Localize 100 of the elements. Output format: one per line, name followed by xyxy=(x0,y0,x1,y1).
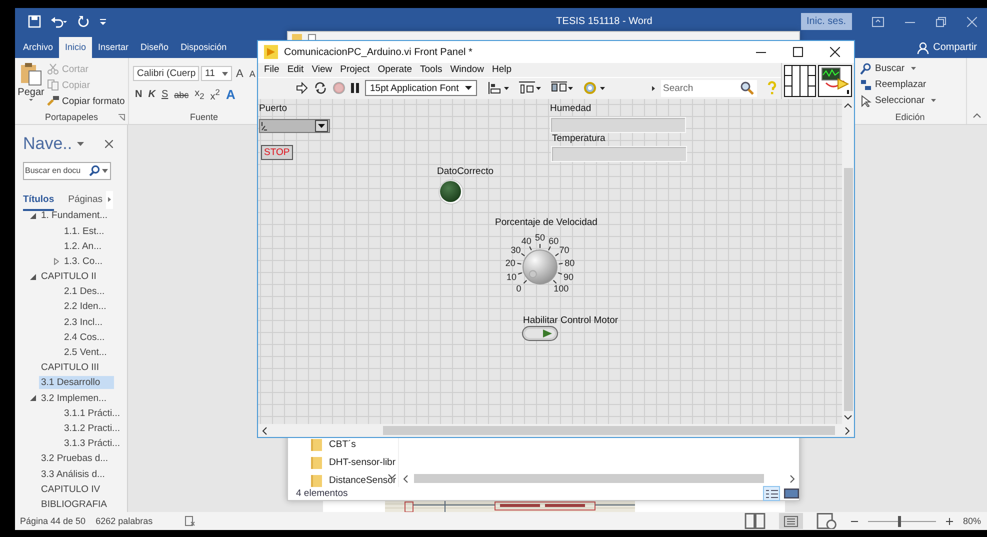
menu-item[interactable]: Edit xyxy=(283,64,308,76)
outline-item[interactable]: 2.1 Des... xyxy=(62,285,107,298)
print-layout-button[interactable] xyxy=(778,513,803,529)
expanded-icon[interactable] xyxy=(30,212,36,219)
menu-item[interactable]: View xyxy=(308,64,336,76)
format-button[interactable]: K xyxy=(146,87,158,102)
outline-item[interactable]: 3.1.1 Prácti... xyxy=(62,406,122,420)
knob[interactable] xyxy=(522,250,558,284)
format-button[interactable]: S xyxy=(159,87,170,102)
redo-icon[interactable] xyxy=(77,15,90,28)
outline-item[interactable]: 3.1.2 Practi... xyxy=(62,422,122,435)
menu-item[interactable]: Help xyxy=(488,64,516,76)
vi-icon[interactable] xyxy=(818,65,852,97)
reorder-button[interactable] xyxy=(582,81,605,96)
ribbon-tab[interactable]: Inicio xyxy=(59,37,92,58)
maximize-icon[interactable] xyxy=(793,47,803,57)
web-layout-icon[interactable] xyxy=(814,513,839,529)
sign-in-button[interactable]: Inic. ses. xyxy=(800,13,852,30)
paste-button[interactable]: Pegar xyxy=(17,62,45,110)
menu-item[interactable]: Operate xyxy=(374,64,416,76)
scroll-up-icon xyxy=(844,103,852,108)
outline-item[interactable]: 2.4 Cos... xyxy=(62,330,107,344)
text-effects-button[interactable]: A xyxy=(224,87,238,102)
expanded-icon[interactable] xyxy=(30,274,36,280)
outline-item[interactable]: 1.1. Est... xyxy=(62,224,106,238)
save-icon[interactable] xyxy=(28,15,41,28)
caret-icon[interactable] xyxy=(77,142,84,146)
ribbon-tab[interactable]: Diseño xyxy=(134,37,175,58)
format-button[interactable]: N xyxy=(133,87,144,102)
restore-icon[interactable] xyxy=(936,16,946,26)
outline-item[interactable]: 1. Fundament... xyxy=(39,209,110,222)
clipboard-action[interactable]: Copiar formato xyxy=(47,94,125,108)
collapsed-icon[interactable] xyxy=(54,258,58,265)
shrink-font-button[interactable]: A xyxy=(247,66,258,81)
expand-search-icon[interactable] xyxy=(652,86,655,91)
outline-item[interactable]: 1.3. Co... xyxy=(62,254,105,268)
outline-item[interactable]: 3.3 Análisis d... xyxy=(39,468,107,481)
outline-item[interactable]: CAPITULO IV xyxy=(39,482,102,496)
format-button[interactable]: x$^{2}$ xyxy=(208,87,222,102)
pane-tab[interactable]: Páginas xyxy=(68,188,102,211)
dialog-launcher-icon[interactable] xyxy=(118,114,125,121)
scale-label: 80 xyxy=(564,258,575,268)
port-dropdown[interactable] xyxy=(259,119,330,133)
customize-caret-icon[interactable] xyxy=(99,18,107,26)
menu-item[interactable]: File xyxy=(260,64,284,76)
search-field[interactable]: Search xyxy=(661,80,737,97)
close-icon[interactable] xyxy=(830,47,840,57)
expanded-icon[interactable] xyxy=(30,395,36,402)
outline-item[interactable]: 1.2. An... xyxy=(62,240,104,253)
pause-icon[interactable] xyxy=(351,83,359,94)
editing-action[interactable]: Seleccionar xyxy=(860,94,960,107)
editing-action[interactable]: Reemplazar xyxy=(860,78,960,91)
font-size-field[interactable]: 11 xyxy=(201,66,232,81)
grow-font-button[interactable]: A xyxy=(234,66,246,81)
collapse-ribbon-icon[interactable] xyxy=(973,113,981,118)
outline-item[interactable]: BIBLIOGRAFIA xyxy=(39,498,109,511)
ribbon-tab[interactable]: Disposición xyxy=(174,37,233,58)
scroll-tabs-button[interactable] xyxy=(106,190,114,209)
format-button[interactable]: abc xyxy=(172,87,191,102)
pane-tab[interactable]: Títulos xyxy=(23,188,54,211)
run-arrow-icon[interactable] xyxy=(296,82,308,94)
outline-item[interactable]: 3.1.3 Prácti... xyxy=(62,437,122,450)
run-continuously-icon[interactable] xyxy=(314,82,327,94)
format-button[interactable]: x$_{2}$ xyxy=(192,87,206,102)
folder-item[interactable]: CBT´s xyxy=(288,437,398,451)
outline-item[interactable]: 3.2 Pruebas d... xyxy=(39,452,110,466)
menu-item[interactable]: Window xyxy=(446,64,488,76)
folder-icon xyxy=(311,474,322,486)
menu-item[interactable]: Tools xyxy=(416,64,446,76)
read-mode-icon[interactable] xyxy=(742,513,767,529)
window-title: ComunicacionPC_Arduino.vi Front Panel * xyxy=(284,46,474,58)
search-button[interactable] xyxy=(737,80,757,97)
outline-item[interactable]: 2.2 Iden... xyxy=(62,300,108,314)
undo-icon[interactable] xyxy=(50,15,68,28)
font-name-field[interactable]: Calibri (Cuerp xyxy=(133,66,199,81)
outline-item[interactable]: 3.1 Desarrollo xyxy=(39,376,114,390)
outline-item[interactable]: CAPITULO II xyxy=(39,270,98,284)
folder-item[interactable]: DHT-sensor-libr xyxy=(288,455,398,469)
editing-action[interactable]: Buscar xyxy=(860,62,960,75)
toggle-switch[interactable] xyxy=(522,326,558,341)
menu-item[interactable]: Project xyxy=(336,64,374,76)
zoom-in-icon[interactable] xyxy=(946,518,953,524)
details-view-button[interactable] xyxy=(763,486,780,501)
thumbnail-view-icon[interactable] xyxy=(784,487,799,500)
connector-pane-icon[interactable] xyxy=(784,65,816,97)
caret-icon xyxy=(536,86,541,90)
outline-item[interactable]: CAPITULO III xyxy=(39,361,102,374)
ribbon-tab[interactable]: Archivo xyxy=(17,37,60,58)
align-objects-button[interactable] xyxy=(486,81,509,96)
zoom-slider[interactable] xyxy=(868,516,936,526)
outline-item[interactable]: 2.3 Incl... xyxy=(62,316,105,329)
font-dropdown[interactable]: 15pt Application Font xyxy=(365,80,477,96)
ribbon-display-icon[interactable] xyxy=(872,16,884,26)
outline-item[interactable]: 2.5 Vent... xyxy=(62,346,109,360)
outline-item[interactable]: 3.2 Implemen... xyxy=(39,392,108,405)
share-button[interactable]: Compartir xyxy=(917,37,977,58)
folder-item[interactable]: DistanceSensor xyxy=(288,473,398,487)
distribute-objects-button[interactable] xyxy=(518,81,541,96)
proofing-icon[interactable] xyxy=(184,516,195,526)
ribbon-tab[interactable]: Insertar xyxy=(92,37,135,58)
